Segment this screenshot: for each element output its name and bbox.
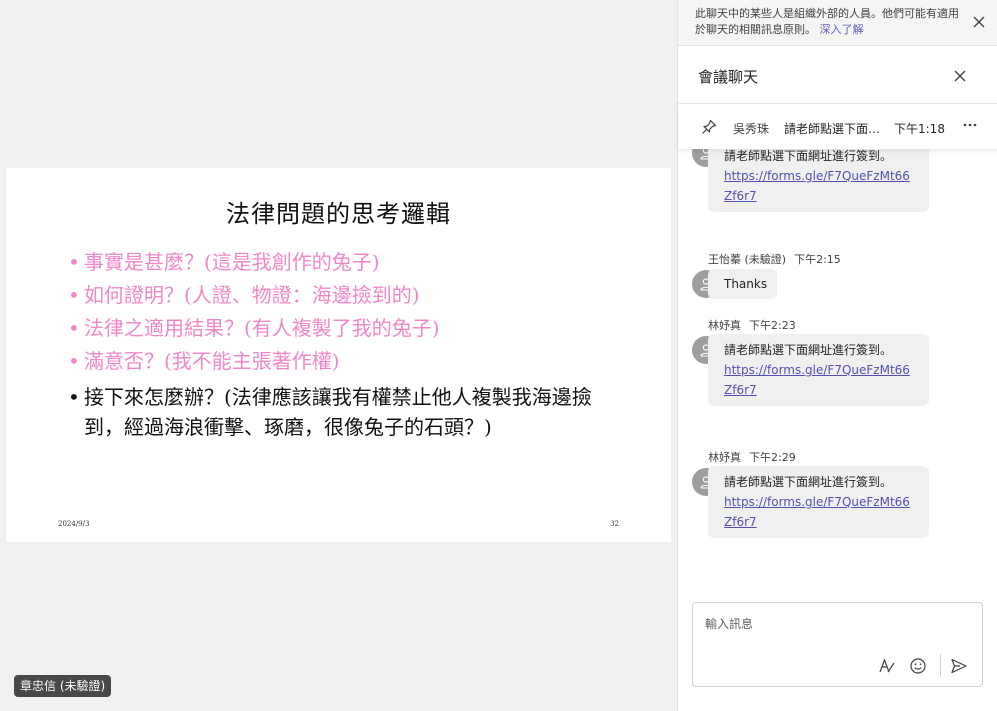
message-bubble: 請老師點選下面網址進行簽到。 https://forms.gle/F7QueFz… — [708, 149, 929, 212]
message-text: 請老師點選下面網址進行簽到。 — [724, 475, 893, 489]
close-chat-button[interactable] — [951, 67, 969, 85]
message-link[interactable]: https://forms.gle/F7QueFzMt66Zf6r7 — [724, 363, 910, 397]
message-meta: 王怡蓁 (未驗證) 下午2:15 — [708, 251, 841, 267]
chat-title: 會議聊天 — [698, 68, 759, 86]
slide-bullet: 如何證明？(人證、物證：海邊撿到的) — [68, 279, 628, 312]
pin-icon — [700, 118, 718, 140]
slide-date: 2024/9/3 — [58, 520, 90, 528]
close-icon — [973, 16, 985, 28]
chat-header: 會議聊天 — [678, 46, 997, 104]
message-sender: 林妤真 — [708, 451, 741, 464]
shared-slide: 法律問題的思考邏輯 事實是甚麼？(這是我創作的兔子) 如何證明？(人證、物證：海… — [6, 168, 671, 542]
message-time: 下午2:15 — [794, 253, 841, 266]
slide-bullet: 滿意否？(我不能主張著作權) — [68, 345, 628, 378]
message-bubble: 請老師點選下面網址進行簽到。 https://forms.gle/F7QueFz… — [708, 466, 929, 538]
slide-bullet: 法律之適用結果？(有人複製了我的兔子) — [68, 312, 628, 345]
pinned-message[interactable]: 吳秀珠 請老師點選下面網址進行簽到。 下午1:18 — [678, 105, 997, 149]
slide-bullet: 事實是甚麼？(這是我創作的兔子) — [68, 246, 628, 279]
close-icon — [954, 70, 966, 82]
presenter-name-tag: 章忠信 (未驗證) — [14, 675, 112, 697]
composer-divider — [940, 654, 941, 676]
message-input[interactable]: 輸入訊息 — [705, 615, 753, 632]
emoji-button[interactable] — [909, 657, 927, 675]
message-meta: 林妤真 下午2:23 — [708, 317, 796, 333]
slide-page-number: 32 — [610, 520, 619, 528]
more-icon — [963, 123, 977, 127]
meeting-chat-panel: 此聊天中的某些人是組織外部的人員。他們可能有適用於聊天的相關訊息原則。 深入了解… — [677, 0, 997, 711]
message-meta: 林妤真 下午2:29 — [708, 449, 796, 465]
pinned-time: 下午1:18 — [894, 122, 945, 136]
close-banner-button[interactable] — [970, 13, 988, 31]
message-bubble: 請老師點選下面網址進行簽到。 https://forms.gle/F7QueFz… — [708, 334, 929, 406]
pinned-preview: 請老師點選下面網址進行簽到。 — [784, 122, 892, 136]
message-sender: 林妤真 — [708, 319, 741, 332]
message-list: 請老師點選下面網址進行簽到。 https://forms.gle/F7QueFz… — [678, 149, 997, 599]
message-link[interactable]: https://forms.gle/F7QueFzMt66Zf6r7 — [724, 495, 910, 529]
message-link[interactable]: https://forms.gle/F7QueFzMt66Zf6r7 — [724, 169, 910, 203]
message-text: 請老師點選下面網址進行簽到。 — [724, 343, 893, 357]
slide-title: 法律問題的思考邏輯 — [226, 200, 451, 228]
message-sender: 王怡蓁 (未驗證) — [708, 253, 787, 266]
message-time: 下午2:23 — [749, 319, 796, 332]
slide-bullet-list: 事實是甚麼？(這是我創作的兔子) 如何證明？(人證、物證：海邊撿到的) 法律之適… — [68, 246, 628, 442]
meeting-stage: 法律問題的思考邏輯 事實是甚麼？(這是我創作的兔子) 如何證明？(人證、物證：海… — [0, 0, 677, 711]
external-participants-banner: 此聊天中的某些人是組織外部的人員。他們可能有適用於聊天的相關訊息原則。 深入了解 — [678, 0, 997, 46]
format-icon — [879, 658, 895, 673]
message-text: Thanks — [724, 277, 768, 291]
more-options-button[interactable] — [962, 117, 978, 137]
send-icon — [951, 658, 967, 674]
pinned-sender: 吳秀珠 — [733, 122, 770, 136]
send-button[interactable] — [950, 657, 968, 675]
message-composer[interactable]: 輸入訊息 — [692, 602, 983, 687]
message-text: 請老師點選下面網址進行簽到。 — [724, 149, 893, 163]
format-button[interactable] — [878, 657, 896, 675]
learn-more-link[interactable]: 深入了解 — [820, 23, 864, 36]
slide-bullet: 接下來怎麼辦？(法律應該讓我有權禁止他人複製我海邊撿到，經過海浪衝擊、琢磨，很像… — [68, 382, 628, 442]
message-bubble: Thanks — [708, 269, 778, 299]
message-time: 下午2:29 — [749, 451, 796, 464]
emoji-icon — [910, 658, 926, 674]
